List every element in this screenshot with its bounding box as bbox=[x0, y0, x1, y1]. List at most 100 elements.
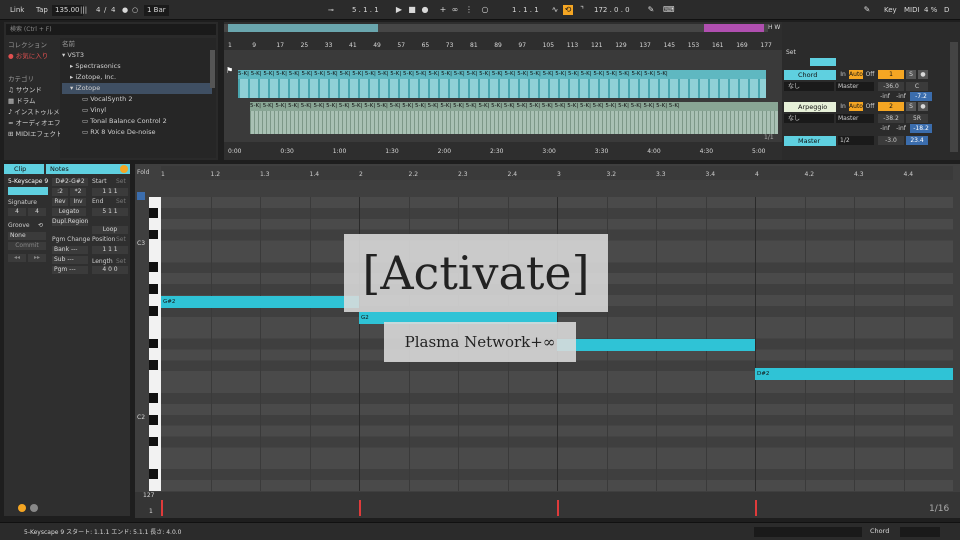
velocity-marker[interactable] bbox=[161, 500, 163, 516]
overdub-icon[interactable]: + bbox=[438, 5, 448, 15]
groove-hot-swap-icon[interactable]: ⟲ bbox=[38, 222, 43, 229]
clip-sig-den[interactable]: 4 bbox=[28, 208, 46, 216]
track1-solo[interactable]: S bbox=[906, 70, 916, 79]
browser-row-izotope[interactable]: ▾ iZotope bbox=[62, 83, 212, 94]
browser-row-vinyl[interactable]: ▭ Vinyl bbox=[62, 105, 212, 116]
track2-arm-icon[interactable]: ● bbox=[918, 102, 928, 111]
start-set-button[interactable]: Set bbox=[116, 178, 126, 185]
stop-icon[interactable]: ■ bbox=[407, 5, 417, 15]
track2-auto[interactable]: Auto bbox=[849, 102, 863, 111]
track-chord-header[interactable]: Chord bbox=[784, 70, 836, 80]
black-key[interactable] bbox=[149, 414, 158, 425]
loop-button[interactable]: Loop bbox=[92, 226, 128, 234]
category-drums[interactable]: ▦ ドラム bbox=[8, 95, 36, 105]
record-icon[interactable]: ● bbox=[420, 5, 430, 15]
duplicate-region-button[interactable]: Dupl.Region bbox=[52, 218, 88, 226]
browser-search-input[interactable]: 検索 (Ctrl + F) bbox=[6, 24, 216, 35]
end-set-button[interactable]: Set bbox=[116, 198, 126, 205]
track2-in[interactable]: In bbox=[838, 102, 848, 111]
sub-select[interactable]: Sub --- bbox=[52, 256, 88, 264]
velocity-marker[interactable] bbox=[557, 500, 559, 516]
signature-denominator[interactable]: 4 bbox=[111, 5, 115, 16]
category-midi-effects[interactable]: ⊞ MIDIエフェクト bbox=[8, 128, 62, 138]
arrangement-loop-marker-icon[interactable]: ⚑ bbox=[226, 66, 238, 76]
capture-icon[interactable]: ○ bbox=[480, 5, 490, 15]
end-position-field[interactable]: 5 1 1 bbox=[92, 208, 128, 216]
key-map-button[interactable]: Key bbox=[884, 5, 897, 16]
browser-scrollbar[interactable] bbox=[210, 50, 215, 88]
computer-keyboard-icon[interactable]: ⌨ bbox=[663, 5, 675, 15]
black-key[interactable] bbox=[149, 305, 158, 316]
clip-name[interactable]: 5-Keyscape 9 bbox=[8, 178, 48, 185]
clip-envelope-icon[interactable] bbox=[30, 504, 38, 512]
velocity-lane[interactable] bbox=[135, 492, 960, 518]
grid-resolution[interactable]: 1/16 bbox=[929, 504, 949, 514]
track2-off[interactable]: Off bbox=[864, 102, 876, 111]
black-key[interactable] bbox=[149, 469, 158, 480]
tempo-field[interactable]: 135.00 bbox=[52, 5, 83, 16]
track2-route-select[interactable]: Master bbox=[836, 114, 874, 123]
clip-keyscape-track2[interactable]: 5-K| 5-K| 5-K| 5-K| 5-K| 5-K| 5-K| 5-K| … bbox=[250, 102, 778, 134]
track2-pan[interactable]: 5R bbox=[906, 114, 928, 123]
roll-fold-toggle[interactable] bbox=[137, 192, 145, 200]
clip-launch-icon[interactable] bbox=[18, 504, 26, 512]
loop-switch-icon[interactable]: ⟲ bbox=[563, 5, 573, 15]
note-third[interactable] bbox=[557, 339, 755, 351]
track2-send[interactable]: -18.2 bbox=[910, 124, 932, 133]
track2-solo[interactable]: S bbox=[906, 102, 916, 111]
master-ratio-select[interactable]: 1/2 bbox=[838, 136, 874, 145]
loop-start-field[interactable]: 1 . 1 . 1 bbox=[512, 5, 539, 16]
automation-arm-icon[interactable]: ∞ bbox=[450, 5, 460, 15]
start-position-field[interactable]: 1 1 1 bbox=[92, 188, 128, 196]
double-button[interactable]: *2 bbox=[70, 188, 86, 196]
key-map-icon[interactable]: ✎ bbox=[862, 5, 872, 15]
velocity-marker[interactable] bbox=[359, 500, 361, 516]
note-range-field[interactable]: D#2-G#2 bbox=[52, 178, 88, 186]
black-key[interactable] bbox=[149, 360, 158, 371]
fold-button[interactable]: Fold bbox=[137, 169, 149, 176]
midi-map-button[interactable]: MIDI bbox=[904, 5, 920, 16]
loop-length-field[interactable]: 4 0 0 bbox=[92, 266, 128, 274]
track1-in[interactable]: In bbox=[838, 70, 848, 79]
reverse-button[interactable]: Rev bbox=[52, 198, 68, 206]
activate-overlay[interactable]: [Activate] bbox=[344, 234, 608, 312]
roll-beat-ruler[interactable]: 1 1.2 1.3 1.4 2 2.2 2.3 2.4 3 3.2 3.3 3.4 4 4.2 4.3 4.4 bbox=[161, 166, 953, 180]
browser-row-spectrasonics[interactable]: ▸ Spectrasonics bbox=[62, 61, 212, 72]
tap-button[interactable]: Tap bbox=[36, 5, 48, 16]
position-field[interactable]: 5 . 1 . 1 bbox=[352, 5, 379, 16]
master-volume[interactable]: -3.0 bbox=[878, 136, 904, 145]
category-sounds[interactable]: ♫ サウンド bbox=[8, 84, 42, 94]
track2-preset-select[interactable]: なし bbox=[784, 114, 834, 123]
back-to-arrangement-icon[interactable]: ⋮ bbox=[464, 5, 474, 15]
browser-row-vst3[interactable]: ▾ VST3 bbox=[62, 50, 212, 61]
track1-pan[interactable]: C bbox=[906, 82, 928, 91]
track1-number[interactable]: 1 bbox=[878, 70, 904, 79]
notes-expand-icon[interactable] bbox=[120, 165, 128, 173]
track2-number[interactable]: 2 bbox=[878, 102, 904, 111]
piano-keyboard[interactable] bbox=[149, 197, 161, 491]
legato-button[interactable]: Legato bbox=[52, 208, 86, 216]
browser-row-izotope-inc[interactable]: ▸ iZotope, Inc. bbox=[62, 72, 212, 83]
black-key[interactable] bbox=[149, 284, 158, 294]
notes-tab[interactable]: Notes bbox=[46, 164, 130, 174]
commit-button[interactable]: Commit bbox=[8, 242, 46, 250]
invert-button[interactable]: Inv bbox=[70, 198, 86, 206]
signature-numerator[interactable]: 4 bbox=[96, 5, 100, 16]
clip-nudge-forward[interactable]: ▸▸ bbox=[28, 254, 46, 262]
loop-length-field[interactable]: 172 . 0 . 0 bbox=[594, 5, 630, 16]
black-key[interactable] bbox=[149, 262, 158, 273]
follow-icon[interactable]: ⊸ bbox=[328, 5, 334, 16]
browser-row-tonal-balance[interactable]: ▭ Tonal Balance Control 2 bbox=[62, 116, 212, 127]
black-key[interactable] bbox=[149, 393, 158, 403]
halve-button[interactable]: :2 bbox=[52, 188, 68, 196]
track1-volume[interactable]: -36.0 bbox=[878, 82, 904, 91]
length-set-button[interactable]: Set bbox=[116, 258, 126, 265]
track1-auto[interactable]: Auto bbox=[849, 70, 863, 79]
groove-select[interactable]: None bbox=[8, 232, 46, 240]
browser-row-rx8[interactable]: ▭ RX 8 Voice De-noise bbox=[62, 127, 212, 138]
black-key[interactable] bbox=[149, 229, 158, 240]
clip-nudge-back[interactable]: ◂◂ bbox=[8, 254, 26, 262]
quantize-select[interactable]: 1 Bar bbox=[144, 5, 169, 16]
link-button[interactable]: Link bbox=[10, 5, 24, 16]
note-gsharp2[interactable]: G#2 bbox=[161, 296, 359, 308]
